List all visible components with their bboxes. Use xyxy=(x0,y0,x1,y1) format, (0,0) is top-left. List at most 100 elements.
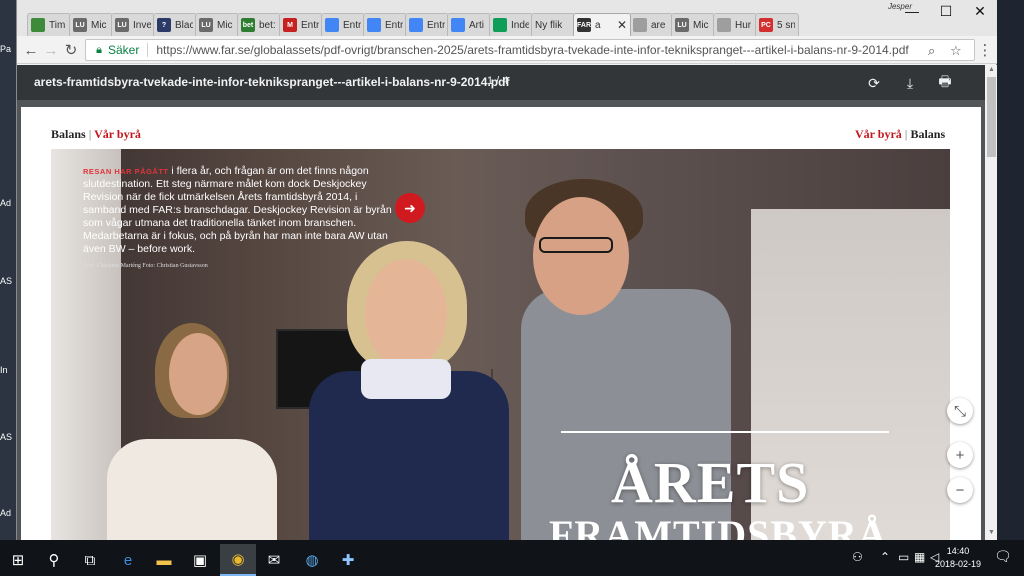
maximize-icon: ☐ xyxy=(939,2,953,19)
desktop-icon-label[interactable]: Pa xyxy=(0,44,16,54)
browser-tab[interactable]: LU Mic xyxy=(69,13,113,36)
download-button[interactable]: ⤓ xyxy=(899,72,921,94)
print-button[interactable]: 🖶︎ xyxy=(934,72,956,94)
reload-button[interactable]: ↻ xyxy=(61,40,81,60)
doc-icon xyxy=(717,18,731,32)
windows-logo-icon: ⊞ xyxy=(11,552,25,569)
browser-tab[interactable]: M Entr xyxy=(279,13,323,36)
browser-tab[interactable]: Inde xyxy=(489,13,533,36)
zoom-out-button[interactable]: − xyxy=(947,477,973,503)
kebab-menu-icon: ⋮ xyxy=(977,42,993,59)
browser-tab[interactable]: Ny flik xyxy=(531,13,575,36)
tool-icon: ✚ xyxy=(341,552,355,569)
desktop-background: Pa Ad AS In AS Ad xyxy=(0,0,16,540)
start-button[interactable]: ⊞ xyxy=(0,544,36,576)
search-icon[interactable]: ⌕ xyxy=(928,43,935,59)
photo-credit: Text: Charlotta Marténg Foto: Christian … xyxy=(83,263,208,269)
tab-title: Hur xyxy=(735,19,752,31)
back-button[interactable]: ← xyxy=(21,40,41,60)
tab-title: are xyxy=(651,19,666,31)
section-name: Vår byrå xyxy=(855,127,902,141)
network-icon[interactable]: ▦ xyxy=(914,550,925,564)
tab-title: bet: xyxy=(259,19,276,31)
browser-tab[interactable]: bet bet: xyxy=(237,13,281,36)
maximize-button[interactable]: ☐ xyxy=(929,0,963,22)
tab-title: Inde xyxy=(511,19,529,31)
tab-title: Mic xyxy=(693,19,709,31)
search-button[interactable]: ⚲ xyxy=(36,544,72,576)
browser-tab[interactable]: LU Mic xyxy=(195,13,239,36)
tab-title: 5 sn xyxy=(777,19,795,31)
browser-tab[interactable]: PC 5 sn xyxy=(755,13,799,36)
page-header-right: Vår byrå | Balans xyxy=(855,127,946,141)
edge-button[interactable]: e xyxy=(110,544,146,576)
browser-tab[interactable]: LU Mic xyxy=(671,13,715,36)
battery-icon[interactable]: ▭ xyxy=(898,550,909,564)
pc-icon: PC xyxy=(759,18,773,32)
task-view-button[interactable]: ⧉ xyxy=(72,544,108,576)
drive-icon xyxy=(325,18,339,32)
desktop-icon-label[interactable]: Ad xyxy=(0,508,16,518)
store-button[interactable]: ▣ xyxy=(182,544,218,576)
tab-strip: Tim LU Mic LU Inve? Blac LU Mic bet bet: M Entr Entr… xyxy=(17,0,998,36)
fit-page-button[interactable]: ⤡ xyxy=(947,398,973,424)
close-window-button[interactable]: ✕ xyxy=(963,0,997,22)
lu-icon: LU xyxy=(199,18,213,32)
tab-title: a xyxy=(595,19,601,31)
chevron-up-icon[interactable]: ⌃ xyxy=(880,550,890,564)
section-name: Vår byrå xyxy=(94,127,141,141)
people-icon[interactable]: ⚇ xyxy=(852,550,863,564)
url-text[interactable]: https://www.far.se/globalassets/pdf-ovri… xyxy=(156,43,908,57)
browser-tab[interactable]: Entr xyxy=(321,13,365,36)
browser-tab[interactable]: FAR a ✕ xyxy=(573,13,631,36)
sheet-icon: bet xyxy=(241,18,255,32)
browser-tab[interactable]: Hur xyxy=(713,13,757,36)
close-tab-icon[interactable]: ✕ xyxy=(614,18,627,32)
forward-button[interactable]: → xyxy=(41,40,61,60)
tab-title: Ny flik xyxy=(535,19,563,31)
browser-tab[interactable]: Arti xyxy=(447,13,491,36)
tab-title: Tim xyxy=(49,19,66,31)
browser-tab[interactable]: LU Inve xyxy=(111,13,155,36)
sheets-icon xyxy=(493,18,507,32)
desktop-icon-label[interactable]: AS xyxy=(0,432,16,442)
browser-tab[interactable]: Entr xyxy=(363,13,407,36)
pdf-filename: arets-framtidsbyra-tvekade-inte-infor-te… xyxy=(34,75,510,89)
desktop-icon-label[interactable]: AS xyxy=(0,276,16,286)
browser-tab[interactable]: are xyxy=(629,13,673,36)
browser-tab[interactable]: ? Blac xyxy=(153,13,197,36)
browser-tab[interactable]: Entr xyxy=(405,13,449,36)
browser-window: Tim LU Mic LU Inve? Blac LU Mic bet bet: M Entr Entr… xyxy=(16,0,998,540)
scroll-down-icon[interactable]: ▼ xyxy=(988,529,995,536)
desktop-icon-label[interactable]: Ad xyxy=(0,198,16,208)
app-tool-button[interactable]: ✚ xyxy=(330,544,366,576)
scroll-up-icon[interactable]: ▲ xyxy=(988,66,995,73)
mail-button[interactable]: ✉ xyxy=(256,544,292,576)
app-globe-button[interactable]: ◍ xyxy=(294,544,330,576)
zoom-in-button[interactable]: + xyxy=(947,442,973,468)
clock[interactable]: 14:40 2018-02-19 xyxy=(932,545,984,571)
far-icon: FAR xyxy=(577,18,591,32)
browser-tab[interactable]: Tim xyxy=(27,13,71,36)
rotate-button[interactable]: ⟳ xyxy=(863,72,885,94)
minimize-button[interactable]: — xyxy=(895,0,929,22)
desktop-icon-label[interactable]: In xyxy=(0,365,16,375)
caption-lead: RESAN HAR PÅGÅTT xyxy=(83,167,169,176)
scroll-thumb[interactable] xyxy=(987,77,996,157)
lock-icon: 🔒︎ xyxy=(96,43,102,56)
minimize-icon: — xyxy=(905,3,919,19)
article-photo: RESAN HAR PÅGÅTT i flera år, och frågan … xyxy=(51,149,950,540)
tab-title: Mic xyxy=(217,19,233,31)
doc-icon xyxy=(633,18,647,32)
address-bar[interactable]: 🔒︎ Säker https://www.far.se/globalassets… xyxy=(85,39,975,61)
chrome-button[interactable]: ◉ xyxy=(220,544,256,576)
pdf-page: Balans | Vår byrå Vår byrå | Balans RESA… xyxy=(21,107,981,540)
star-icon[interactable]: ☆ xyxy=(950,43,962,59)
menu-button[interactable]: ⋮ xyxy=(975,40,995,60)
page-indicator: 1 / 4 xyxy=(487,75,509,87)
file-explorer-button[interactable]: ▬ xyxy=(146,544,182,576)
notifications-icon[interactable]: 🗨︎ xyxy=(994,548,1012,565)
headline-line-2: FRAMTIDSBYRÅ xyxy=(549,512,888,540)
search-icon: ⚲ xyxy=(48,552,60,569)
store-icon: ▣ xyxy=(192,552,208,569)
